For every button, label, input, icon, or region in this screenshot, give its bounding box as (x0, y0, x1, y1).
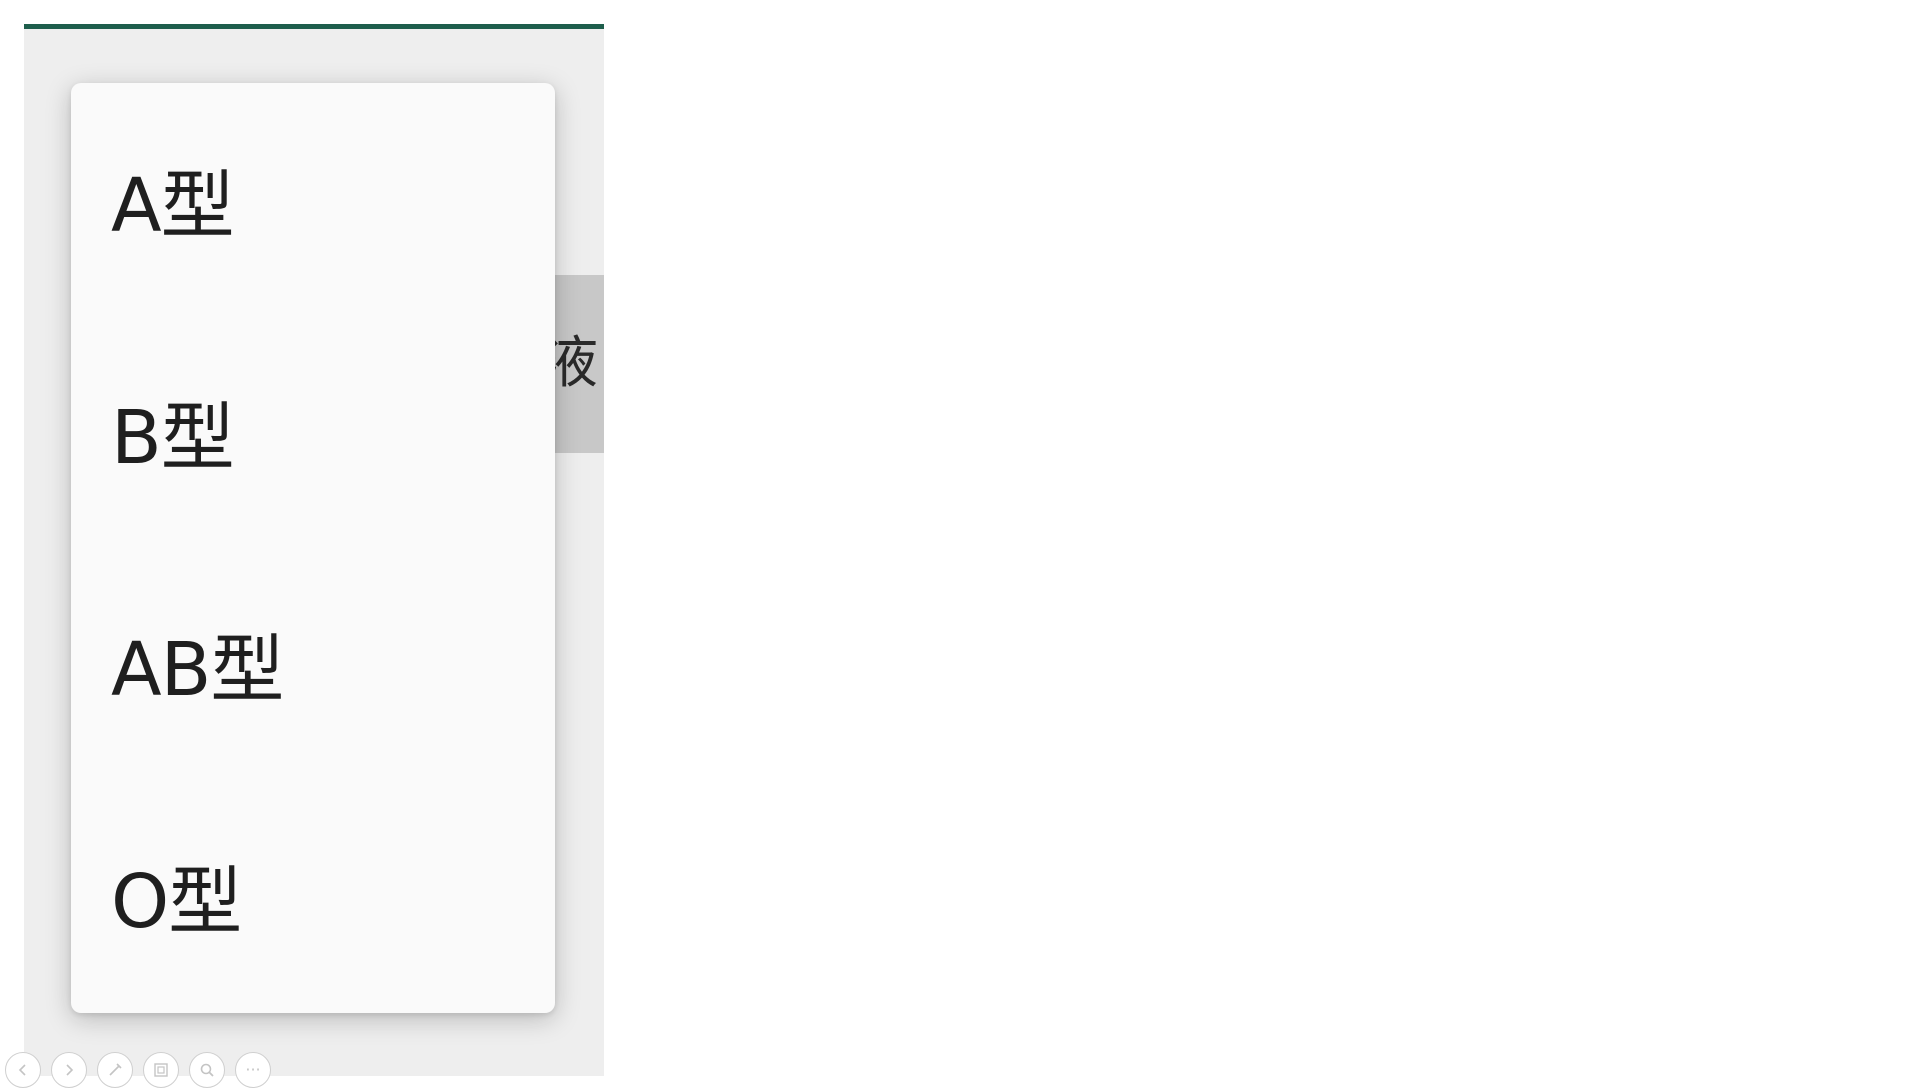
slides-icon (154, 1063, 168, 1077)
presentation-toolbar: ··· (5, 1052, 271, 1092)
zoom-button[interactable] (189, 1052, 225, 1088)
option-a[interactable]: A型 (71, 83, 555, 315)
option-label: AB型 (111, 626, 284, 713)
pen-button[interactable] (97, 1052, 133, 1088)
option-ab[interactable]: AB型 (71, 547, 555, 779)
previous-slide-button[interactable] (5, 1052, 41, 1088)
previous-icon (18, 1064, 26, 1076)
more-options-button[interactable]: ··· (235, 1052, 271, 1088)
slides-button[interactable] (143, 1052, 179, 1088)
zoom-icon (200, 1063, 214, 1077)
option-o[interactable]: O型 (71, 779, 555, 1011)
next-slide-button[interactable] (51, 1052, 87, 1088)
option-label: A型 (111, 162, 235, 249)
blood-type-dropdown-menu: A型 B型 AB型 O型 (71, 83, 555, 1013)
next-icon (66, 1064, 74, 1076)
slide-canvas: 血液 A型 B型 AB型 O型 (24, 24, 604, 1076)
pen-icon (109, 1063, 122, 1076)
option-b[interactable]: B型 (71, 315, 555, 547)
option-label: O型 (111, 858, 242, 945)
option-label: B型 (111, 394, 235, 481)
more-icon: ··· (245, 1060, 261, 1079)
